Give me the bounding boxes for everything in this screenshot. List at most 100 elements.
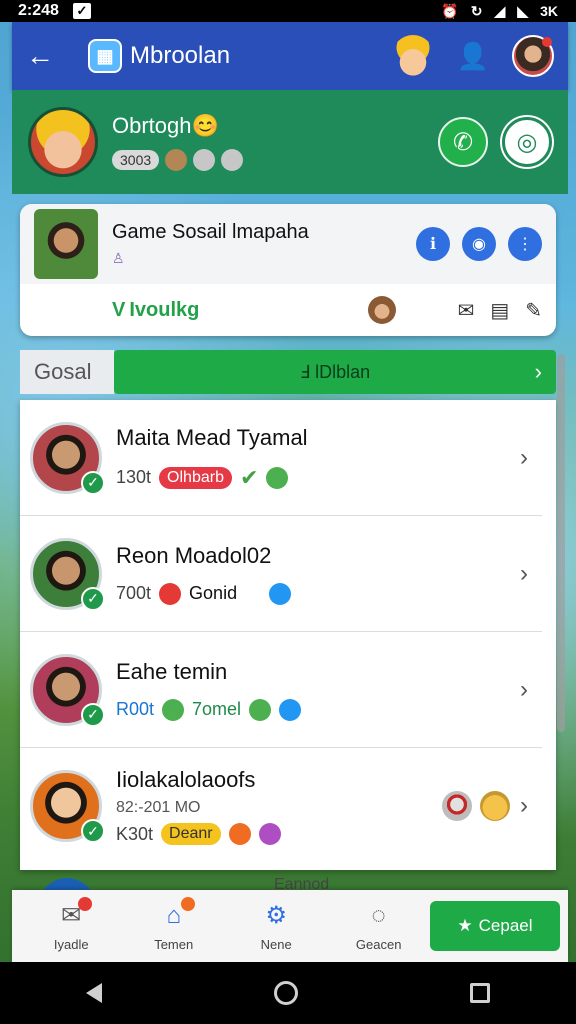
character-badge-icon	[442, 791, 472, 821]
friend-name: Eahe temin	[116, 658, 228, 684]
online-check-icon: ✓	[81, 470, 105, 495]
friend-avatar: ✓	[30, 770, 105, 843]
smile-icon	[266, 466, 289, 489]
friend-info: Maita Mead Tyamal 130t Olhbarb ✔	[116, 425, 510, 491]
system-home-icon[interactable]	[274, 981, 298, 1005]
status-time: 2:248	[18, 2, 59, 19]
angry-icon	[159, 582, 182, 605]
alarm-icon: ⏰	[441, 2, 459, 19]
game-title-wrap: Game Sosail lmapaha ♙	[112, 221, 404, 267]
notification-dot	[78, 896, 93, 911]
game-tag: V Ivoulkg	[112, 299, 368, 322]
list-item[interactable]: ✓ Reon Moadol02 700t Gonid ›	[20, 516, 542, 632]
mail-icon: ✉	[56, 896, 93, 931]
nav-item-home[interactable]: ⌂ Temen	[122, 896, 224, 952]
game-card-footer: V Ivoulkg ✉ ▤ ✎	[20, 284, 556, 336]
chevron-right-icon: ›	[520, 675, 528, 703]
friend-score: 700t	[116, 583, 152, 603]
friend-meta: R00t 7omel	[116, 698, 510, 721]
friend-extra: Gonid	[189, 583, 238, 603]
leaf-icon	[162, 698, 185, 721]
mail-icon[interactable]: ✉	[458, 298, 475, 323]
peek-row: Eannod	[20, 872, 556, 936]
friend-name: Reon Moadol02	[116, 542, 272, 568]
back-arrow-icon[interactable]: ←	[26, 40, 66, 72]
profile-stat: 3003	[112, 150, 160, 170]
system-nav-bar	[0, 962, 576, 1024]
nav-label: Nene	[260, 936, 292, 952]
online-check-icon: ✓	[81, 702, 105, 727]
app-title: Mbroolan	[130, 42, 231, 69]
system-back-icon[interactable]	[86, 983, 102, 1003]
cta-button[interactable]: ★ Cepael	[429, 901, 561, 951]
reaction-icon	[221, 149, 244, 171]
bottom-nav: ✉ Iyadle ⌂ Temen ⚙ Nene ◌ Geacen ★ Cepae…	[12, 890, 568, 962]
friend-meta: 130t Olhbarb ✔	[116, 465, 510, 491]
notification-dot	[542, 37, 552, 47]
player-mini-avatar	[367, 296, 396, 324]
online-check-icon: ✓	[81, 819, 105, 843]
friend-score: 130t	[116, 467, 152, 487]
reaction-icon	[165, 149, 188, 171]
list-item[interactable]: ✓ Eahe temin R00t 7omel ›	[20, 632, 542, 748]
list-item[interactable]: ✓ Maita Mead Tyamal 130t Olhbarb ✔ ›	[20, 400, 542, 516]
friend-name: Iiolakalolaoofs	[116, 767, 256, 792]
chevron-right-icon: ›	[520, 443, 528, 471]
nav-glyph: ⚙	[265, 902, 287, 929]
edit-icon[interactable]: ✎	[525, 298, 542, 323]
chevron-right-icon: ›	[520, 792, 528, 819]
check-icon: ✔	[239, 464, 259, 490]
game-title: Game Sosail lmapaha	[112, 221, 309, 243]
call-button[interactable]: ✆	[438, 117, 488, 167]
status-badge: Deanr	[161, 823, 221, 845]
nav-item-settings[interactable]: ⚙ Nene	[225, 901, 327, 952]
friend-score: K30t	[116, 823, 154, 844]
signal-icon: ◢	[494, 2, 506, 19]
game-location-button[interactable]: ◉	[462, 227, 496, 261]
nav-glyph: ⌂	[166, 901, 181, 929]
section-label: Gosal	[20, 350, 114, 394]
game-card[interactable]: Game Sosail lmapaha ♙ ℹ ◉ ⋮ V Ivoulkg ✉ ▤…	[20, 204, 556, 336]
profile-stats: 3003	[112, 149, 438, 171]
friend-score: R00t	[116, 699, 155, 719]
notification-dot	[180, 896, 195, 911]
game-more-button[interactable]: ⋮	[508, 227, 542, 261]
profile-name: Obrtogh😊	[112, 113, 219, 138]
friend-meta: 700t Gonid	[116, 582, 510, 605]
sync-icon: ↻	[470, 2, 483, 19]
add-friend-icon[interactable]: 👤	[452, 35, 494, 77]
system-recents-icon[interactable]	[470, 983, 490, 1003]
online-check-icon: ✓	[81, 586, 105, 611]
nav-item-chat[interactable]: ◌ Geacen	[327, 901, 429, 952]
status-bar: 2:248 ✓ ⏰ ↻ ◢ ◣ 3K	[0, 0, 576, 22]
friend-avatar: ✓	[30, 421, 105, 495]
home-icon: ⌂	[159, 896, 195, 931]
clipboard-icon[interactable]: ▤	[490, 298, 509, 323]
miner-character-icon[interactable]	[392, 35, 434, 77]
network-text: 3K	[540, 3, 558, 19]
nav-label: Iyadle	[53, 936, 89, 952]
friend-avatar: ✓	[30, 653, 105, 727]
user-avatar[interactable]	[512, 35, 554, 77]
nav-item-messages[interactable]: ✉ Iyadle	[20, 896, 122, 952]
section-row: Gosal Ⅎ lDlblan ›	[20, 350, 556, 394]
trophy-icon	[480, 791, 510, 821]
nav-label: Temen	[154, 936, 194, 952]
game-info-button[interactable]: ℹ	[416, 227, 450, 261]
friend-extra: 7omel	[192, 699, 242, 719]
profile-avatar[interactable]	[28, 107, 98, 177]
profile-bar: Obrtogh😊 3003 ✆ ◎	[12, 90, 568, 194]
list-item[interactable]: ✓ Iiolakalolaoofs 82:-201 MO K30t Deanr …	[20, 748, 542, 864]
scrollbar[interactable]	[557, 354, 565, 732]
lightning-icon	[269, 582, 292, 605]
friend-subtitle: 82:-201 MO	[116, 799, 201, 816]
section-action-button[interactable]: Ⅎ lDlblan ›	[114, 350, 556, 394]
game-tag-label: Ivoulkg	[129, 298, 200, 321]
chat-bubble-icon	[279, 698, 302, 721]
section-button-label: Ⅎ lDlblan	[299, 361, 371, 382]
chat-button[interactable]: ◎	[502, 117, 552, 167]
friends-list: ✓ Maita Mead Tyamal 130t Olhbarb ✔ › ✓ R…	[20, 400, 556, 870]
cta-label: Cepael	[478, 916, 533, 935]
chevron-right-icon: ›	[534, 359, 542, 384]
friend-name: Maita Mead Tyamal	[116, 424, 308, 450]
